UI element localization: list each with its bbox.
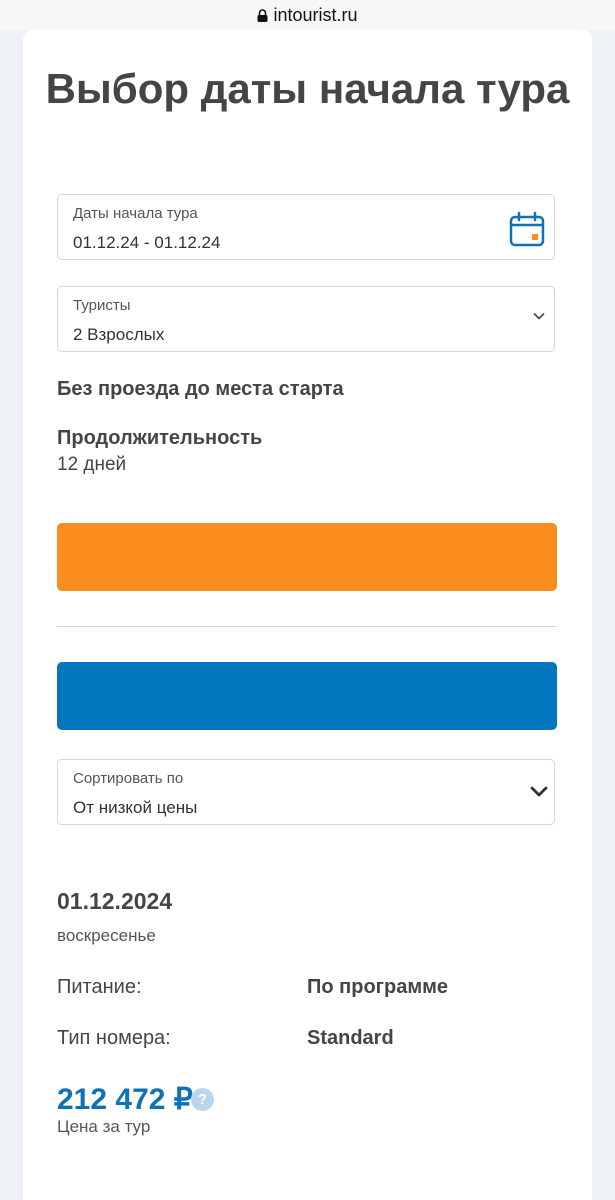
food-value: По программе [307,976,449,998]
room-type-value: Standard [307,1027,394,1049]
page-title: Выбор даты начала тура [45,65,570,112]
tourists-value: 2 Взрослых [73,325,165,344]
help-icon[interactable]: ? [191,1088,214,1111]
sort-label: Сортировать по [73,770,184,787]
transfer-note: Без проезда до места старта [57,378,344,400]
duration-value: 12 дней [57,454,127,475]
tour-date-field[interactable]: Даты начала тура 01.12.24 - 01.12.24 [57,194,555,260]
secondary-action-button[interactable] [57,662,557,730]
room-type-label: Тип номера: [57,1027,171,1049]
sort-select[interactable]: Сортировать по От низкой цены [57,759,555,825]
primary-action-button[interactable] [57,523,557,591]
browser-url: intourist.ru [273,4,358,25]
chevron-down-icon [533,312,545,320]
duration-label: Продолжительность [57,427,263,449]
tour-date-card: Выбор даты начала тура Даты начала тура … [23,30,592,1200]
tour-date-label: Даты начала тура [73,205,198,222]
divider [57,626,557,627]
tour-date: 01.12.2024 [57,888,173,914]
tourists-label: Туристы [73,297,131,314]
sort-value: От низкой цены [73,798,198,817]
tour-price: 212 472 ₽ [57,1083,193,1116]
tourists-select[interactable]: Туристы 2 Взрослых [57,286,555,352]
food-label: Питание: [57,976,142,998]
tour-weekday: воскресенье [57,926,156,945]
calendar-icon[interactable] [509,211,545,247]
chevron-down-icon [530,786,548,797]
tour-date-value: 01.12.24 - 01.12.24 [73,233,221,252]
lock-icon [257,8,268,22]
browser-address-bar[interactable]: intourist.ru [0,0,615,30]
price-caption: Цена за тур [57,1117,151,1136]
